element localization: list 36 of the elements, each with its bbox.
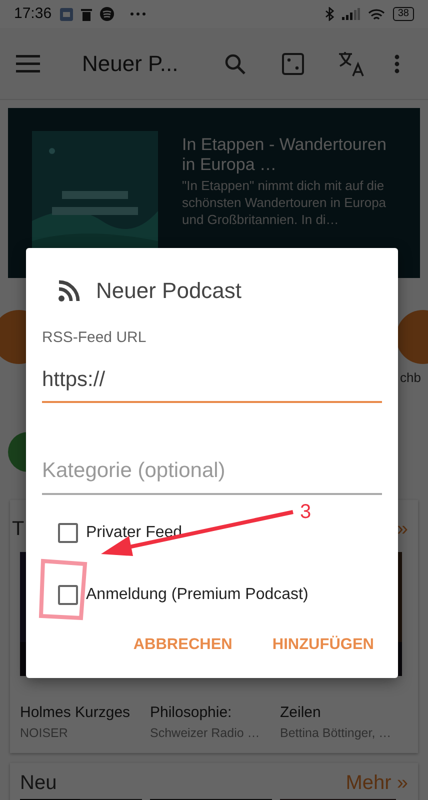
tile-title: Zeilen <box>280 702 322 722</box>
annotation-number: 3 <box>300 500 312 525</box>
gallery-icon <box>60 8 73 20</box>
cancel-button[interactable]: ABBRECHEN <box>125 626 240 662</box>
more-notifications-icon <box>130 12 146 16</box>
app-title: Neuer P... <box>82 50 178 78</box>
category-label: chb <box>400 369 421 387</box>
section-title: T <box>12 516 24 542</box>
category-input-field[interactable]: Kategorie (optional) <box>42 451 382 494</box>
wifi-icon <box>368 8 385 20</box>
podcast-title: In Etappen - Wandertouren in Europa … <box>182 135 388 175</box>
translate-icon[interactable] <box>338 50 366 76</box>
clock: 17:36 <box>14 4 52 24</box>
search-icon[interactable] <box>224 52 246 74</box>
trash-icon <box>80 8 92 20</box>
bluetooth-icon <box>324 7 334 21</box>
section-title: Neu <box>20 770 57 795</box>
podcast-description: "In Etappen" nimmt dich mit auf die schönsten Wandertouren in Europa und Großbritannien. In di… <box>182 177 388 228</box>
add-button[interactable]: HINZUFÜGEN <box>264 626 382 662</box>
dice-icon[interactable] <box>282 52 304 74</box>
signal-icon <box>342 8 360 20</box>
menu-icon[interactable] <box>16 54 40 72</box>
battery-indicator: 38 <box>392 7 414 21</box>
url-input-field[interactable]: https:// <box>42 360 382 403</box>
field-label: RSS-Feed URL <box>42 328 148 348</box>
rss-icon <box>58 280 80 302</box>
more-options-icon[interactable] <box>394 54 400 74</box>
checkbox-label[interactable]: Anmeldung (Premium Podcast) <box>86 582 308 606</box>
more-link[interactable]: Mehr » <box>346 770 408 795</box>
tile-title: Philosophie: <box>150 702 233 722</box>
checkbox[interactable] <box>58 584 78 604</box>
dialog-title: Neuer Podcast <box>96 277 242 305</box>
tile-title: Holmes Kurzges <box>20 702 132 722</box>
more-link[interactable]: » <box>396 514 408 544</box>
music-app-icon <box>100 7 114 21</box>
checkbox[interactable] <box>58 522 78 542</box>
